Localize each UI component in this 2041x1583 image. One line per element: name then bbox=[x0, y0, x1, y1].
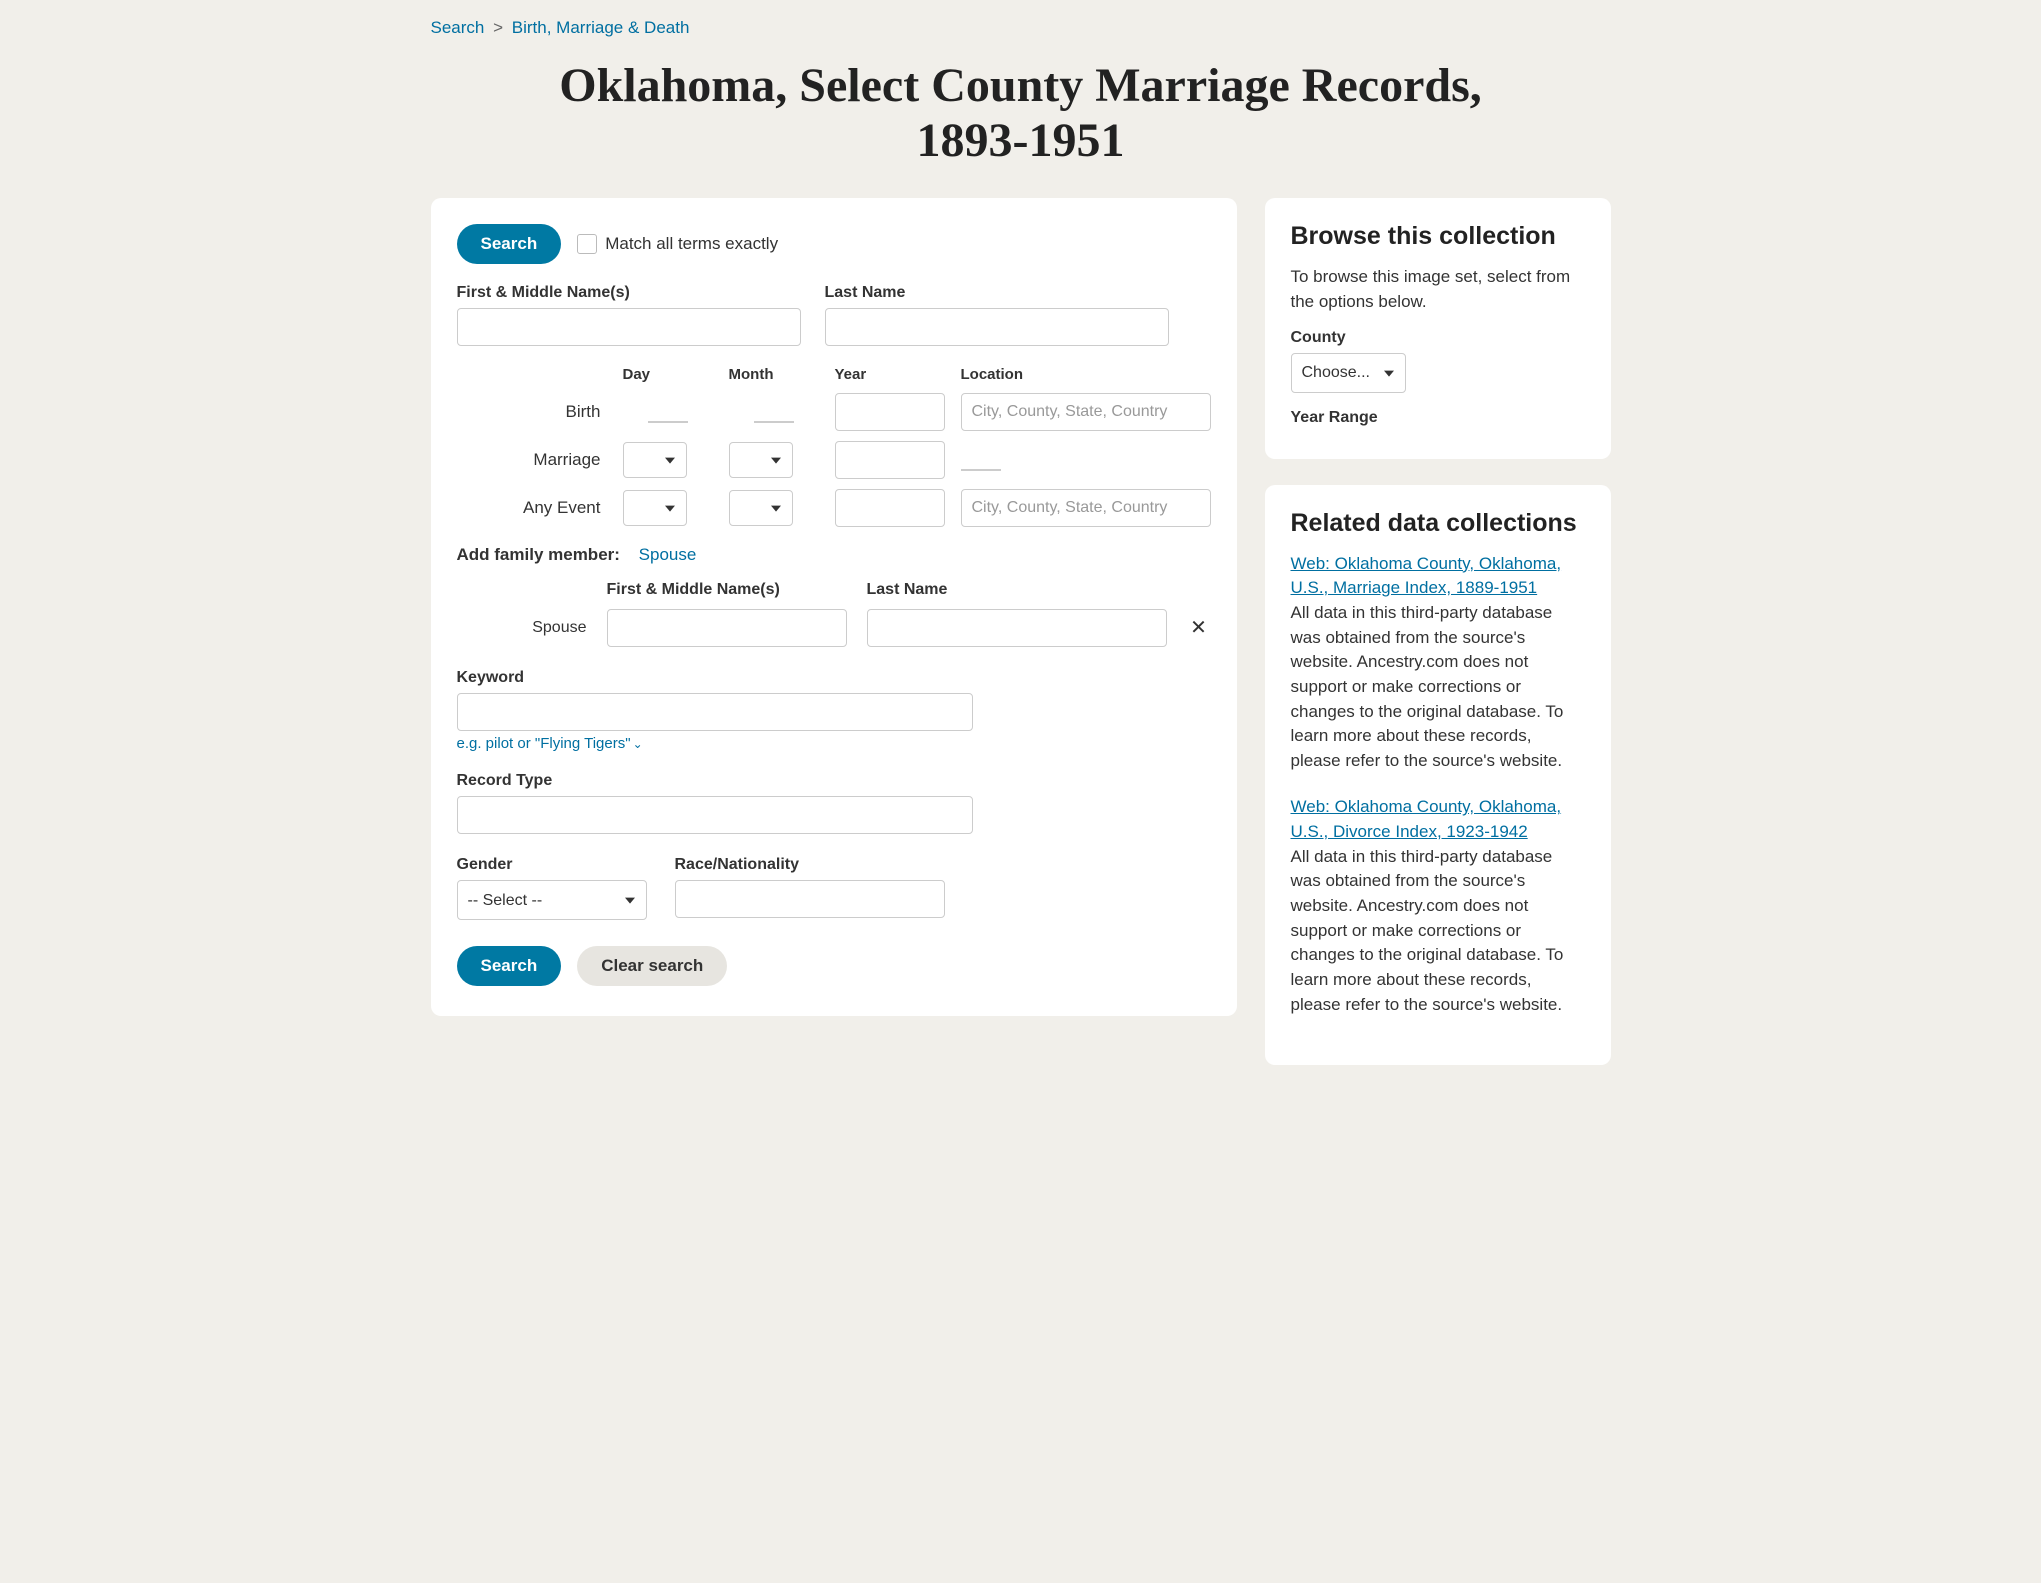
add-spouse-link[interactable]: Spouse bbox=[639, 545, 697, 564]
match-exact-row[interactable]: Match all terms exactly bbox=[577, 234, 778, 254]
row-marriage-label: Marriage bbox=[457, 450, 607, 470]
search-form-card: Search Match all terms exactly First & M… bbox=[431, 198, 1237, 1016]
related-link-0[interactable]: Web: Oklahoma County, Oklahoma, U.S., Ma… bbox=[1291, 554, 1562, 598]
marriage-location-disabled bbox=[961, 449, 1001, 471]
anyevent-day-select[interactable] bbox=[623, 490, 687, 526]
marriage-year-input[interactable] bbox=[835, 441, 945, 479]
row-anyevent-label: Any Event bbox=[457, 498, 607, 518]
anyevent-location-input[interactable] bbox=[961, 489, 1211, 527]
related-desc-0: All data in this third-party database wa… bbox=[1291, 603, 1564, 770]
browse-title: Browse this collection bbox=[1291, 222, 1585, 251]
related-title: Related data collections bbox=[1291, 509, 1585, 538]
county-select[interactable]: Choose... bbox=[1291, 353, 1406, 393]
page-title: Oklahoma, Select County Marriage Records… bbox=[556, 58, 1486, 168]
search-button-top[interactable]: Search bbox=[457, 224, 562, 264]
marriage-day-select[interactable] bbox=[623, 442, 687, 478]
spouse-first-label: First & Middle Name(s) bbox=[607, 581, 847, 599]
browse-desc: To browse this image set, select from th… bbox=[1291, 265, 1585, 314]
keyword-input[interactable] bbox=[457, 693, 973, 731]
row-birth-label: Birth bbox=[457, 402, 607, 422]
breadcrumb-category-link[interactable]: Birth, Marriage & Death bbox=[512, 18, 690, 37]
birth-month-disabled bbox=[754, 401, 794, 423]
year-range-label: Year Range bbox=[1291, 409, 1585, 427]
match-exact-label: Match all terms exactly bbox=[605, 234, 778, 254]
related-link-1[interactable]: Web: Oklahoma County, Oklahoma, U.S., Di… bbox=[1291, 797, 1562, 841]
related-desc-1: All data in this third-party database wa… bbox=[1291, 847, 1564, 1014]
race-input[interactable] bbox=[675, 880, 945, 918]
anyevent-year-input[interactable] bbox=[835, 489, 945, 527]
gender-label: Gender bbox=[457, 856, 647, 874]
keyword-label: Keyword bbox=[457, 669, 1211, 687]
breadcrumb-sep: > bbox=[493, 18, 503, 37]
breadcrumb: Search > Birth, Marriage & Death bbox=[431, 0, 1611, 48]
record-type-input[interactable] bbox=[457, 796, 973, 834]
birth-year-input[interactable] bbox=[835, 393, 945, 431]
remove-spouse-button[interactable]: ✕ bbox=[1187, 618, 1211, 638]
first-name-input[interactable] bbox=[457, 308, 801, 346]
last-name-label: Last Name bbox=[825, 284, 1169, 302]
spouse-last-label: Last Name bbox=[867, 581, 1167, 599]
record-type-label: Record Type bbox=[457, 772, 1211, 790]
anyevent-month-select[interactable] bbox=[729, 490, 793, 526]
first-name-label: First & Middle Name(s) bbox=[457, 284, 801, 302]
close-icon: ✕ bbox=[1190, 617, 1207, 639]
birth-day-disabled bbox=[648, 401, 688, 423]
race-label: Race/Nationality bbox=[675, 856, 945, 874]
spouse-last-input[interactable] bbox=[867, 609, 1167, 647]
col-year: Year bbox=[835, 366, 945, 383]
related-collections-card: Related data collections Web: Oklahoma C… bbox=[1265, 485, 1611, 1066]
col-day: Day bbox=[623, 366, 713, 383]
marriage-month-select[interactable] bbox=[729, 442, 793, 478]
col-location: Location bbox=[961, 366, 1211, 383]
keyword-hint-toggle[interactable]: e.g. pilot or "Flying Tigers"⌄ bbox=[457, 735, 1211, 752]
chevron-down-icon: ⌄ bbox=[633, 737, 643, 751]
spouse-first-input[interactable] bbox=[607, 609, 847, 647]
gender-select[interactable]: -- Select -- bbox=[457, 880, 647, 920]
keyword-hint-text: e.g. pilot or "Flying Tigers" bbox=[457, 735, 631, 752]
county-label: County bbox=[1291, 329, 1585, 347]
breadcrumb-search-link[interactable]: Search bbox=[431, 18, 485, 37]
match-exact-checkbox[interactable] bbox=[577, 234, 597, 254]
last-name-input[interactable] bbox=[825, 308, 1169, 346]
add-family-label: Add family member: bbox=[457, 545, 620, 564]
search-button-bottom[interactable]: Search bbox=[457, 946, 562, 986]
col-month: Month bbox=[729, 366, 819, 383]
browse-collection-card: Browse this collection To browse this im… bbox=[1265, 198, 1611, 458]
spouse-row-label: Spouse bbox=[457, 619, 587, 637]
birth-location-input[interactable] bbox=[961, 393, 1211, 431]
clear-search-button[interactable]: Clear search bbox=[577, 946, 727, 986]
